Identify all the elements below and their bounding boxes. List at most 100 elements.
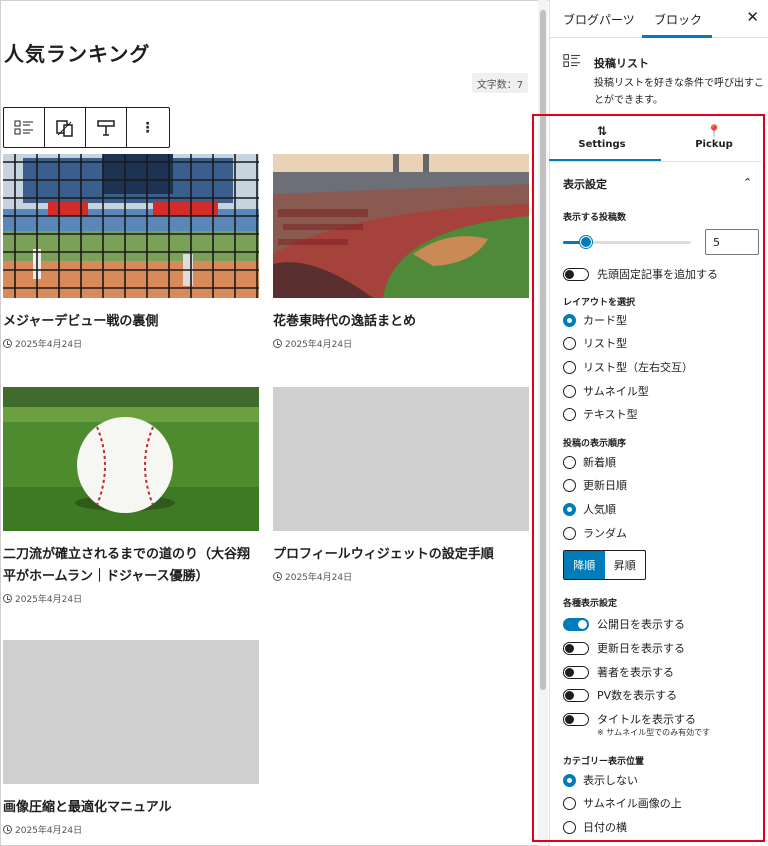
post-date-text: 2025年4月24日	[15, 340, 83, 350]
layout-option[interactable]: テキスト型	[563, 406, 638, 422]
post-title[interactable]: プロフィールウィジェットの設定手順	[273, 544, 529, 566]
post-card[interactable]: 二刀流が確立されるまでの道のり（大谷翔平がホームラン｜ドジャース優勝） 2025…	[3, 387, 259, 605]
post-date: 2025年4月24日	[3, 337, 259, 350]
order-option[interactable]: ランダム	[563, 525, 627, 541]
post-title[interactable]: 花巻東時代の逸話まとめ	[273, 311, 529, 333]
order-option-label: 更新日順	[583, 479, 627, 492]
tab-settings-label: Settings	[578, 139, 626, 150]
category-position-option[interactable]: 表示しない	[563, 772, 638, 788]
transform-button[interactable]	[45, 108, 86, 147]
layout-radio[interactable]	[563, 336, 576, 350]
post-count-input[interactable]: 5	[705, 229, 759, 255]
post-title[interactable]: メジャーデビュー戦の裏側	[3, 311, 259, 333]
post-card[interactable]: メジャーデビュー戦の裏側 2025年4月24日	[3, 154, 259, 350]
display-toggle-row[interactable]: 公開日を表示する	[563, 616, 685, 632]
block-toolbar: ⋮	[3, 107, 170, 148]
layout-option[interactable]: リスト型（左右交互）	[563, 359, 693, 375]
display-toggle[interactable]	[563, 712, 589, 726]
vertical-align-icon	[97, 119, 115, 136]
order-option[interactable]: 人気順	[563, 501, 616, 517]
layout-option-label: リスト型（左右交互）	[583, 361, 693, 374]
order-radio[interactable]	[563, 455, 576, 469]
post-date-text: 2025年4月24日	[285, 340, 353, 350]
post-count-label: 表示する投稿数	[563, 213, 627, 223]
tab-settings[interactable]: ⇅ Settings	[549, 118, 655, 162]
category-position-label: カテゴリー表示位置	[563, 757, 645, 767]
post-date: 2025年4月24日	[273, 337, 529, 350]
inspector-tabs: ⇅ Settings 📍 Pickup	[549, 118, 761, 162]
layout-option[interactable]: カード型	[563, 312, 627, 328]
display-toggle[interactable]	[563, 617, 589, 631]
word-count-badge: 文字数：7	[472, 73, 528, 93]
layout-radio[interactable]	[563, 360, 576, 374]
active-tab-indicator	[549, 159, 661, 161]
layout-option[interactable]: リスト型	[563, 335, 627, 351]
align-button[interactable]	[86, 108, 127, 147]
sticky-toggle-row[interactable]: 先頭固定記事を追加する	[563, 266, 718, 282]
category-position-radio[interactable]	[563, 796, 576, 810]
tab-blog-parts[interactable]: ブログパーツ	[563, 11, 635, 28]
layout-radio[interactable]	[563, 407, 576, 421]
category-position-radio[interactable]	[563, 820, 576, 834]
layout-radio[interactable]	[563, 313, 576, 327]
gray-placeholder-image	[273, 387, 529, 531]
close-icon[interactable]: ✕	[746, 8, 759, 26]
display-toggle-label: 著者を表示する	[597, 666, 674, 679]
order-radio[interactable]	[563, 502, 576, 516]
sticky-toggle-label: 先頭固定記事を追加する	[597, 268, 718, 281]
order-radio[interactable]	[563, 478, 576, 492]
editor-canvas: 人気ランキング 文字数：7 ⋮ メジャーデビュー戦の裏側 2025年4月24日 …	[0, 0, 548, 846]
category-position-option-label: 日付の横	[583, 821, 627, 834]
category-position-radio[interactable]	[563, 773, 576, 787]
post-card[interactable]: 花巻東時代の逸話まとめ 2025年4月24日	[273, 154, 529, 350]
post-date: 2025年4月24日	[3, 592, 259, 605]
order-option[interactable]: 新着順	[563, 454, 616, 470]
display-toggle[interactable]	[563, 688, 589, 702]
order-label: 投稿の表示順序	[563, 439, 627, 449]
more-vertical-icon: ⋮	[140, 119, 155, 136]
page-title[interactable]: 人気ランキング	[4, 38, 150, 67]
category-position-option[interactable]: 日付の横	[563, 819, 627, 835]
layout-option-label: リスト型	[583, 337, 627, 350]
more-options-button[interactable]: ⋮	[127, 108, 168, 147]
display-toggle[interactable]	[563, 665, 589, 679]
ascending-button[interactable]: 昇順	[605, 551, 646, 579]
device-icon	[56, 119, 73, 137]
display-toggle-row[interactable]: タイトルを表示する	[563, 711, 696, 727]
panel-title[interactable]: 表示設定	[563, 176, 607, 192]
clock-icon	[273, 572, 282, 581]
post-list-block-icon-button[interactable]	[4, 108, 45, 147]
clock-icon	[3, 825, 12, 834]
layout-option-label: サムネイル型	[583, 385, 649, 398]
post-title[interactable]: 画像圧縮と最適化マニュアル	[3, 797, 259, 819]
display-toggle-label: 公開日を表示する	[597, 618, 685, 631]
tab-pickup[interactable]: 📍 Pickup	[661, 118, 767, 162]
order-option-label: ランダム	[583, 527, 627, 540]
tab-block[interactable]: ブロック	[654, 11, 702, 28]
display-toggle[interactable]	[563, 641, 589, 655]
display-toggle-label: タイトルを表示する	[597, 713, 696, 726]
layout-option[interactable]: サムネイル型	[563, 383, 649, 399]
category-position-option[interactable]: サムネイル画像の上	[563, 795, 682, 811]
display-toggle-row[interactable]: 著者を表示する	[563, 664, 674, 680]
display-toggle-label: 更新日を表示する	[597, 642, 685, 655]
stadium-image	[273, 154, 529, 298]
layout-radio[interactable]	[563, 384, 576, 398]
descending-button[interactable]: 降順	[564, 551, 605, 579]
post-count-slider-handle[interactable]	[580, 236, 593, 248]
chevron-up-icon[interactable]: ⌃	[743, 176, 752, 189]
baseball-net-image	[3, 154, 259, 298]
post-card[interactable]: 画像圧縮と最適化マニュアル 2025年4月24日	[3, 640, 259, 836]
post-card[interactable]: プロフィールウィジェットの設定手順 2025年4月24日	[273, 387, 529, 583]
order-option[interactable]: 更新日順	[563, 477, 627, 493]
display-toggle-row[interactable]: PV数を表示する	[563, 687, 677, 703]
order-option-label: 新着順	[583, 456, 616, 469]
tab-pickup-label: Pickup	[695, 139, 733, 150]
order-radio[interactable]	[563, 526, 576, 540]
post-date: 2025年4月24日	[3, 823, 259, 836]
display-toggle-row[interactable]: 更新日を表示する	[563, 640, 685, 656]
post-title[interactable]: 二刀流が確立されるまでの道のり（大谷翔平がホームラン｜ドジャース優勝）	[3, 544, 259, 588]
sidebar-tabs: ブログパーツ ブロック ✕	[550, 0, 768, 38]
sticky-toggle[interactable]	[563, 267, 589, 281]
clock-icon	[3, 594, 12, 603]
